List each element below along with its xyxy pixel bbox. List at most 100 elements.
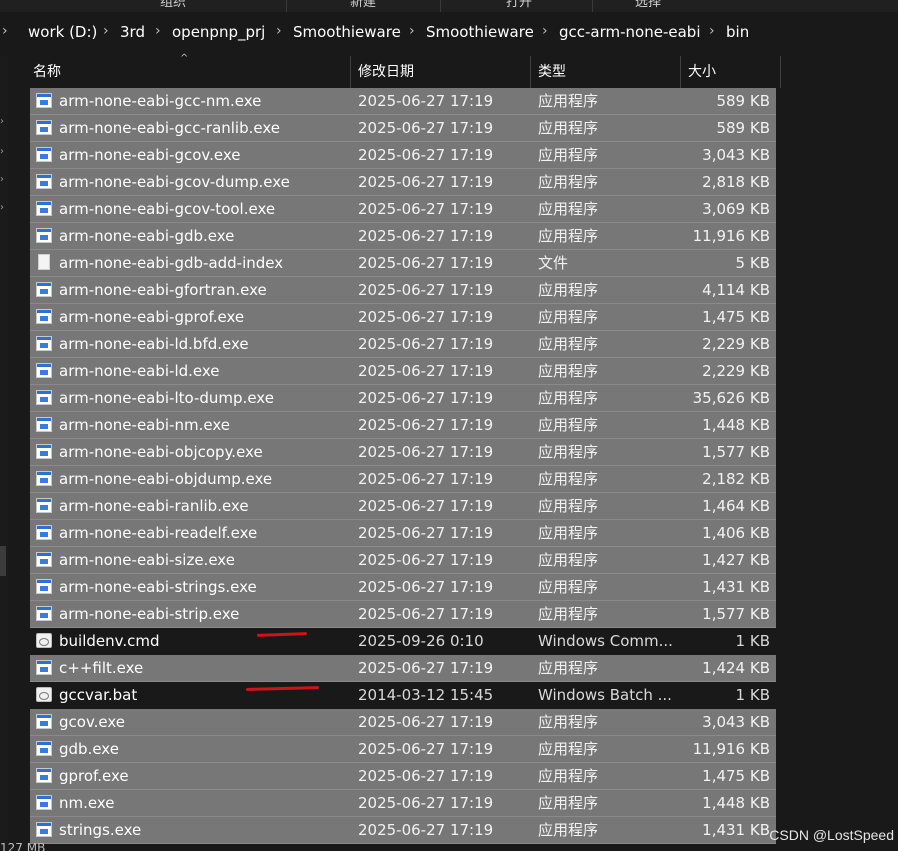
file-row[interactable]: arm-none-eabi-gcc-ranlib.exe 2025-06-27 1… <box>30 115 776 142</box>
breadcrumb-openpnp[interactable]: openpnp_prj <box>172 23 265 41</box>
ribbon-new-button[interactable]: 新建 <box>350 0 376 10</box>
file-size: 3,043 KB <box>702 146 770 164</box>
file-size: 1,431 KB <box>702 821 770 839</box>
file-row[interactable]: c++filt.exe 2025-06-27 17:19 应用程序 1,424 KB <box>30 655 776 682</box>
breadcrumb-smoothieware-2[interactable]: Smoothieware <box>426 23 534 41</box>
chevron-right-icon[interactable]: › <box>0 116 4 127</box>
file-name: gprof.exe <box>59 767 129 785</box>
file-row[interactable]: gccvar.bat 2014-03-12 15:45 Windows Batch … <box>30 682 776 709</box>
file-row[interactable]: arm-none-eabi-gprof.exe 2025-06-27 17:19 应… <box>30 304 776 331</box>
file-row[interactable]: arm-none-eabi-strip.exe 2025-06-27 17:19 应… <box>30 601 776 628</box>
file-row[interactable]: arm-none-eabi-gdb.exe 2025-06-27 17:19 应用程… <box>30 223 776 250</box>
file-type: 应用程序 <box>538 470 599 488</box>
file-row[interactable]: arm-none-eabi-objcopy.exe 2025-06-27 17:1… <box>30 439 776 466</box>
file-size: 11,916 KB <box>692 227 770 245</box>
chevron-right-icon[interactable]: › <box>0 146 4 157</box>
file-row[interactable]: strings.exe 2025-06-27 17:19 应用程序 1,431 KB <box>30 817 776 844</box>
ribbon-select-button[interactable]: 选择 <box>635 0 661 10</box>
file-row[interactable]: arm-none-eabi-lto-dump.exe 2025-06-27 17:… <box>30 385 776 412</box>
file-row[interactable]: arm-none-eabi-gcc-nm.exe 2025-06-27 17:19… <box>30 88 776 115</box>
column-date[interactable]: 修改日期 <box>355 56 530 88</box>
file-type: Windows Comm... <box>538 632 673 650</box>
file-row[interactable]: arm-none-eabi-gcov-tool.exe 2025-06-27 17… <box>30 196 776 223</box>
file-row[interactable]: arm-none-eabi-ranlib.exe 2025-06-27 17:19… <box>30 493 776 520</box>
file-date: 2025-06-27 17:19 <box>358 335 494 353</box>
file-size: 1,431 KB <box>702 578 770 596</box>
file-name: gdb.exe <box>59 740 119 758</box>
ribbon-open-button[interactable]: 打开 <box>506 0 532 10</box>
nav-scrollbar[interactable] <box>0 546 6 576</box>
breadcrumb-3rd[interactable]: 3rd <box>120 23 145 41</box>
exe-icon <box>36 363 52 378</box>
chevron-right-icon[interactable]: › <box>542 23 548 39</box>
cmd-icon <box>36 633 52 648</box>
exe-icon <box>36 579 52 594</box>
file-type: 应用程序 <box>538 173 599 191</box>
breadcrumb-drive[interactable]: work (D:) <box>28 23 97 41</box>
file-size: 5 KB <box>735 254 770 272</box>
file-row[interactable]: arm-none-eabi-ld.exe 2025-06-27 17:19 应用程序… <box>30 358 776 385</box>
file-row[interactable]: arm-none-eabi-gcov-dump.exe 2025-06-27 17… <box>30 169 776 196</box>
file-row[interactable]: nm.exe 2025-06-27 17:19 应用程序 1,448 KB <box>30 790 776 817</box>
file-name: gccvar.bat <box>59 686 138 704</box>
file-row[interactable]: buildenv.cmd 2025-09-26 0:10 Windows Comm.… <box>30 628 776 655</box>
chevron-right-icon[interactable]: › <box>409 23 415 39</box>
chevron-right-icon[interactable]: › <box>0 202 4 213</box>
file-date: 2025-06-27 17:19 <box>358 794 494 812</box>
file-date: 2025-06-27 17:19 <box>358 146 494 164</box>
file-type: 应用程序 <box>538 443 599 461</box>
file-size: 1,406 KB <box>702 524 770 542</box>
file-name: arm-none-eabi-gcc-nm.exe <box>59 92 262 110</box>
file-row[interactable]: arm-none-eabi-size.exe 2025-06-27 17:19 应用… <box>30 547 776 574</box>
chevron-right-icon[interactable]: › <box>709 23 715 39</box>
file-row[interactable]: arm-none-eabi-ld.bfd.exe 2025-06-27 17:19… <box>30 331 776 358</box>
chevron-right-icon[interactable]: › <box>155 23 161 39</box>
file-row[interactable]: arm-none-eabi-objdump.exe 2025-06-27 17:1… <box>30 466 776 493</box>
breadcrumb-smoothieware-1[interactable]: Smoothieware <box>293 23 401 41</box>
exe-icon <box>36 417 52 432</box>
file-name: arm-none-eabi-ld.bfd.exe <box>59 335 249 353</box>
address-bar[interactable]: › work (D:) › 3rd › openpnp_prj › Smooth… <box>0 14 898 52</box>
chevron-right-icon[interactable]: › <box>276 23 282 39</box>
file-name: arm-none-eabi-gdb-add-index <box>59 254 284 272</box>
file-name: gcov.exe <box>59 713 126 731</box>
file-name: arm-none-eabi-nm.exe <box>59 416 230 434</box>
file-size: 1,577 KB <box>702 443 770 461</box>
file-row[interactable]: arm-none-eabi-gcov.exe 2025-06-27 17:19 应用… <box>30 142 776 169</box>
file-row[interactable]: arm-none-eabi-strings.exe 2025-06-27 17:1… <box>30 574 776 601</box>
file-size: 1,427 KB <box>702 551 770 569</box>
file-row[interactable]: arm-none-eabi-nm.exe 2025-06-27 17:19 应用程序… <box>30 412 776 439</box>
file-date: 2025-06-27 17:19 <box>358 470 494 488</box>
file-size: 1,448 KB <box>702 794 770 812</box>
file-date: 2025-06-27 17:19 <box>358 605 494 623</box>
file-row[interactable]: arm-none-eabi-gdb-add-index 2025-06-27 17… <box>30 250 776 277</box>
file-row[interactable]: arm-none-eabi-gfortran.exe 2025-06-27 17:… <box>30 277 776 304</box>
file-row[interactable]: arm-none-eabi-readelf.exe 2025-06-27 17:1… <box>30 520 776 547</box>
file-date: 2025-06-27 17:19 <box>358 389 494 407</box>
file-type: 应用程序 <box>538 821 599 839</box>
file-name: arm-none-eabi-gprof.exe <box>59 308 245 326</box>
file-size: 35,626 KB <box>692 389 770 407</box>
exe-icon <box>36 660 52 675</box>
file-date: 2025-06-27 17:19 <box>358 713 494 731</box>
file-name: arm-none-eabi-strings.exe <box>59 578 257 596</box>
column-type[interactable]: 类型 <box>535 56 680 88</box>
file-date: 2025-06-27 17:19 <box>358 443 494 461</box>
file-name: arm-none-eabi-gcov.exe <box>59 146 241 164</box>
chevron-right-icon[interactable]: › <box>103 23 109 39</box>
ribbon-organize-button[interactable]: 组织 <box>160 0 186 10</box>
file-type: 应用程序 <box>538 335 599 353</box>
file-row[interactable]: gdb.exe 2025-06-27 17:19 应用程序 11,916 KB <box>30 736 776 763</box>
breadcrumb-bin[interactable]: bin <box>726 23 749 41</box>
column-name[interactable]: 名称 <box>30 56 350 88</box>
file-size: 1,577 KB <box>702 605 770 623</box>
file-list: arm-none-eabi-gcc-nm.exe 2025-06-27 17:19… <box>30 88 776 844</box>
chevron-right-icon[interactable]: › <box>0 174 4 185</box>
file-name: arm-none-eabi-gcov-dump.exe <box>59 173 290 191</box>
file-row[interactable]: gcov.exe 2025-06-27 17:19 应用程序 3,043 KB <box>30 709 776 736</box>
file-size: 2,229 KB <box>702 362 770 380</box>
breadcrumb-gcc-arm[interactable]: gcc-arm-none-eabi <box>559 23 701 41</box>
file-row[interactable]: gprof.exe 2025-06-27 17:19 应用程序 1,475 KB <box>30 763 776 790</box>
exe-icon <box>36 174 52 189</box>
column-size[interactable]: 大小 <box>685 56 780 88</box>
